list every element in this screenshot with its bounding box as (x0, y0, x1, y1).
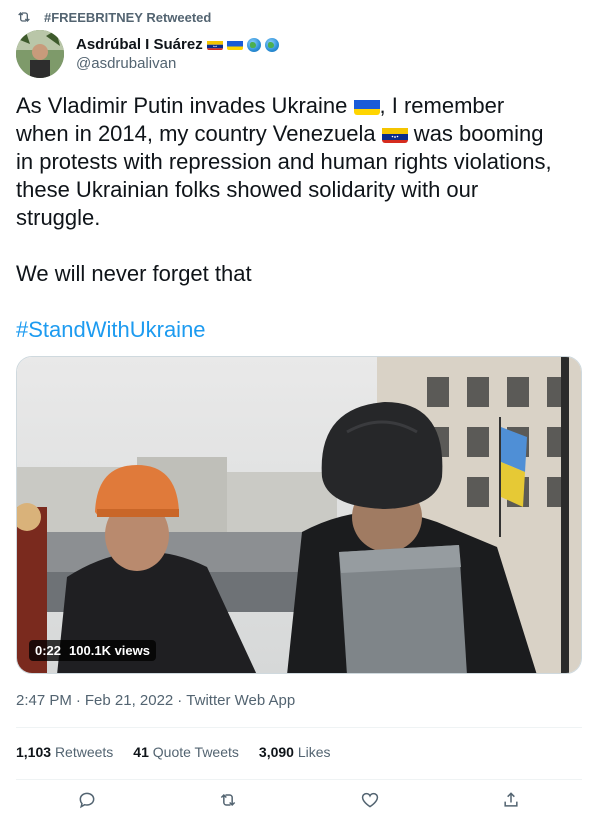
divider (16, 779, 582, 780)
tweet-paragraph: We will never forget that (16, 261, 252, 286)
venezuela-flag-icon (206, 39, 223, 50)
video-duration: 0:22 (35, 643, 62, 658)
tweet-line: , I remember (379, 93, 505, 118)
retweets-label: Retweets (54, 744, 114, 760)
likes-label: Likes (297, 744, 331, 760)
tweet-time[interactable]: 2:47 PM (16, 692, 72, 709)
tweet-line: when in 2014, my country Venezuela (16, 121, 376, 146)
meta-separator: · (75, 692, 81, 709)
globe-icon (246, 37, 261, 52)
divider (16, 727, 582, 728)
like-icon[interactable] (360, 790, 380, 810)
video-views: 100.1K views (69, 643, 150, 658)
tweet-source[interactable]: Twitter Web App (186, 692, 295, 709)
globe-icon (264, 37, 279, 52)
tweet-line: these Ukrainian folks showed solidarity … (16, 177, 479, 202)
quote-tweets-stat[interactable]: 41 Quote Tweets (133, 744, 239, 760)
video-badge: 0:22 100.1K views (29, 640, 156, 661)
tweet-line: was booming (407, 121, 544, 146)
hashtag-link[interactable]: #StandWithUkraine (16, 316, 582, 344)
retweets-count: 1,103 (16, 744, 52, 760)
reply-icon[interactable] (77, 790, 97, 810)
retweet-banner[interactable]: #FREEBRITNEY Retweeted (16, 6, 211, 28)
retweet-icon[interactable] (218, 790, 238, 810)
quotes-label: Quote Tweets (152, 744, 239, 760)
tweet-line: As Vladimir Putin invades Ukraine (16, 93, 348, 118)
tweet-text: As Vladimir Putin invades Ukraine , I re… (16, 92, 582, 344)
likes-count: 3,090 (258, 744, 294, 760)
venezuela-flag-icon (381, 125, 408, 143)
video-player[interactable]: 0:22 100.1K views (16, 356, 582, 674)
avatar[interactable] (16, 30, 64, 78)
video-thumbnail (17, 357, 581, 673)
author-handle[interactable]: @asdrubalivan (76, 55, 279, 72)
tweet-stats: 1,103 Retweets 41 Quote Tweets 3,090 Lik… (16, 744, 331, 760)
likes-stat[interactable]: 3,090 Likes (259, 744, 331, 760)
ukraine-flag-icon (226, 39, 243, 50)
ukraine-flag-icon (353, 97, 380, 115)
tweet-actions (16, 790, 582, 810)
tweet-line: struggle. (16, 205, 101, 230)
retweet-icon (18, 12, 30, 22)
tweet-author: Asdrúbal I Suárez @asdrubalivan (16, 30, 279, 78)
share-icon[interactable] (501, 790, 521, 810)
author-name[interactable]: Asdrúbal I Suárez (76, 36, 203, 53)
tweet-line: in protests with repression and human ri… (16, 149, 552, 174)
retweet-banner-text: #FREEBRITNEY Retweeted (44, 9, 212, 25)
retweets-stat[interactable]: 1,103 Retweets (16, 744, 113, 760)
tweet-meta: 2:47 PM · Feb 21, 2022 · Twitter Web App (16, 692, 295, 709)
quotes-count: 41 (133, 744, 149, 760)
meta-separator: · (177, 692, 183, 709)
tweet-date[interactable]: Feb 21, 2022 (85, 692, 173, 709)
